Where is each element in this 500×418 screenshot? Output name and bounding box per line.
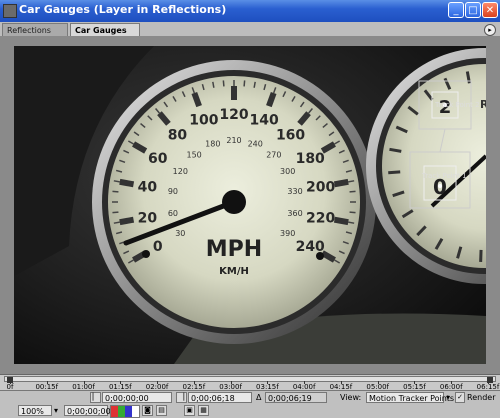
minimize-button[interactable]: _: [448, 2, 464, 18]
view-dropdown-value: Motion Tracker Points: [369, 394, 454, 403]
current-time-field[interactable]: 0;00;00;00: [102, 392, 172, 403]
title-bar: Car Gauges (Layer in Reflections) _ □ ✕: [0, 0, 500, 22]
mph-label: 100: [189, 112, 218, 128]
transparency-grid-icon[interactable]: ▦: [198, 405, 209, 416]
kmh-label: 330: [287, 187, 302, 196]
zoom-dropdown[interactable]: 100%: [18, 405, 52, 416]
minor-tick: [114, 222, 120, 223]
mph-label: 60: [148, 151, 168, 167]
kmh-label: 390: [280, 229, 295, 238]
minor-tick: [350, 212, 356, 213]
controls-row-1: ▏ 0;00;00;00 ▕ 0;00;06;18 Δ 0;00;06;19 V…: [0, 392, 500, 405]
end-time-field[interactable]: 0;00;06;18: [188, 392, 252, 403]
minor-tick: [112, 191, 118, 192]
minor-tick: [112, 212, 118, 213]
close-button[interactable]: ✕: [482, 2, 498, 18]
mph-label: 80: [168, 128, 188, 144]
minor-tick: [213, 82, 214, 88]
current-time-display[interactable]: 0;00;00;00: [64, 405, 108, 416]
unit-kmh-label: KM/H: [219, 266, 249, 277]
minor-tick: [244, 80, 245, 86]
kmh-label: 240: [248, 140, 263, 149]
alpha-channel-icon[interactable]: [132, 406, 139, 417]
track-point-2-label: Track Point 2: [435, 101, 480, 109]
maximize-button[interactable]: □: [465, 2, 481, 18]
window-title: Car Gauges (Layer in Reflections): [19, 3, 226, 16]
delta-icon: Δ: [256, 392, 261, 403]
minor-tick: [114, 181, 120, 182]
mph-label: 0: [153, 239, 163, 255]
mph-label: 200: [306, 180, 335, 196]
track-point-1-label: Track Point 1: [422, 172, 467, 180]
tab-car-gauges[interactable]: Car Gauges: [70, 23, 140, 36]
tach-tick: [388, 172, 400, 173]
tach-tick: [467, 71, 469, 83]
view-dropdown[interactable]: Motion Tracker Points: [366, 392, 444, 403]
minor-tick: [348, 181, 354, 182]
pin-left: [142, 250, 150, 258]
red-channel-icon[interactable]: [111, 406, 118, 417]
composition-viewer[interactable]: 020406080100120140160180200220240 306090…: [0, 36, 500, 374]
zoom-value: 100%: [21, 407, 44, 416]
mph-label: 40: [138, 180, 158, 196]
track-point-1-attach[interactable]: [438, 184, 442, 188]
tab-bar: Reflections Car Gauges ▸: [0, 22, 500, 37]
channel-swatches[interactable]: [110, 405, 140, 418]
tab-menu-icon[interactable]: ▸: [484, 24, 496, 36]
blue-channel-icon[interactable]: [125, 406, 132, 417]
kmh-label: 270: [266, 151, 281, 160]
minor-tick: [350, 191, 356, 192]
controls-row-2: 100% ▾ 0;00;00;00 ◙ ▤ ▣ ▦: [0, 405, 500, 418]
time-ruler-track[interactable]: [4, 376, 496, 382]
render-label: Render: [467, 392, 495, 403]
zoom-chevron-icon[interactable]: ▾: [54, 405, 58, 416]
tachometer-rpm-label: RP: [480, 98, 486, 111]
mph-label: 120: [219, 107, 248, 123]
kmh-label: 180: [205, 140, 220, 149]
minor-tick: [348, 222, 354, 223]
green-channel-icon[interactable]: [118, 406, 125, 417]
kmh-label: 360: [287, 209, 302, 218]
unit-mph-label: MPH: [206, 237, 262, 262]
kmh-label: 210: [226, 136, 241, 145]
composition-frame[interactable]: 020406080100120140160180200220240 306090…: [14, 46, 486, 364]
app-icon: [3, 4, 17, 18]
mph-label: 160: [276, 128, 305, 144]
viewer-controls: ▏ 0;00;00;00 ▕ 0;00;06;18 Δ 0;00;06;19 V…: [0, 390, 500, 418]
duration-field: 0;00;06;19: [265, 392, 327, 403]
tach-tick: [389, 149, 401, 151]
mph-tick: [231, 86, 237, 100]
region-of-interest-icon[interactable]: ▣: [184, 405, 195, 416]
mph-label: 140: [249, 112, 278, 128]
pin-right: [316, 252, 324, 260]
mph-label: 220: [306, 210, 335, 226]
needle-hub: [222, 190, 246, 214]
mph-label: 180: [296, 151, 325, 167]
kmh-label: 30: [175, 229, 185, 238]
time-ruler[interactable]: 0f00:15f01:00f01:15f02:00f02:15f03:00f03…: [0, 374, 500, 391]
mph-label: 20: [138, 210, 158, 226]
minor-tick: [254, 82, 255, 88]
kmh-label: 60: [168, 209, 178, 218]
kmh-label: 300: [280, 167, 295, 176]
view-label: View:: [340, 392, 361, 403]
show-snapshot-icon[interactable]: ▤: [156, 405, 167, 416]
gauge-image: 020406080100120140160180200220240 306090…: [14, 46, 486, 364]
tab-reflections[interactable]: Reflections: [2, 23, 68, 36]
set-in-point-icon[interactable]: ▏: [90, 392, 101, 403]
chevron-down-icon[interactable]: ▾: [446, 392, 450, 403]
kmh-label: 90: [168, 187, 178, 196]
kmh-label: 120: [173, 167, 188, 176]
camera-icon[interactable]: ◙: [142, 405, 153, 416]
set-out-point-icon[interactable]: ▕: [176, 392, 187, 403]
render-checkbox[interactable]: ✓: [455, 392, 465, 403]
minor-tick: [223, 80, 224, 86]
kmh-label: 150: [187, 151, 202, 160]
